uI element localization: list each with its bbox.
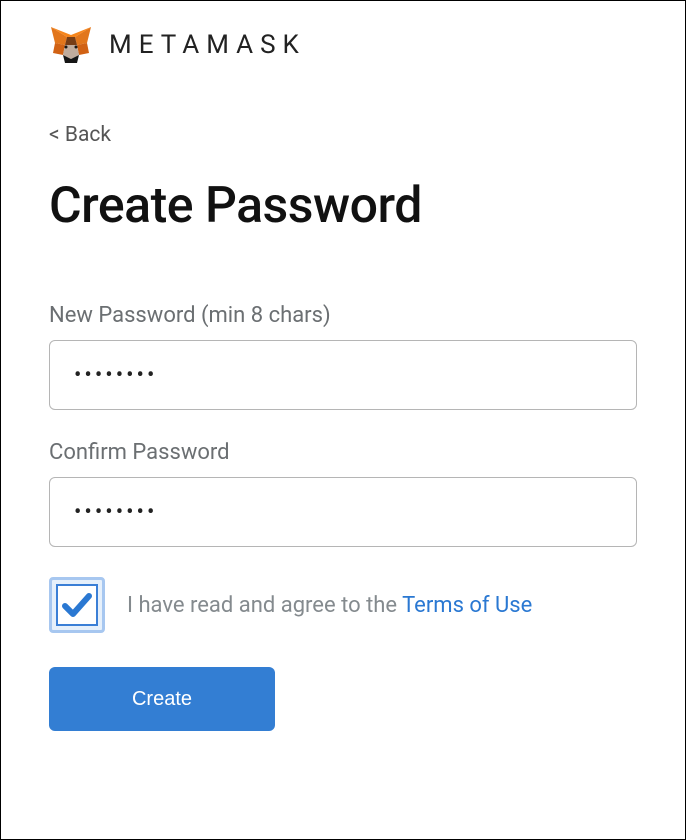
terms-checkbox[interactable] — [49, 577, 105, 633]
metamask-fox-icon — [49, 25, 93, 65]
create-button-label: Create — [132, 688, 192, 711]
confirm-password-label: Confirm Password — [49, 440, 637, 465]
app-header: METAMASK — [49, 25, 637, 65]
new-password-label: New Password (min 8 chars) — [49, 303, 637, 328]
page-title: Create Password — [49, 177, 637, 235]
page-container: METAMASK < Back Create Password New Pass… — [1, 1, 685, 755]
back-link[interactable]: < Back — [49, 123, 637, 147]
checkbox-inner — [56, 584, 98, 626]
terms-of-use-link[interactable]: Terms of Use — [402, 593, 532, 618]
new-password-value: •••••••• — [74, 363, 157, 388]
terms-text: I have read and agree to the — [127, 593, 402, 618]
brand-name: METAMASK — [109, 30, 306, 60]
checkmark-icon — [60, 588, 94, 622]
create-button[interactable]: Create — [49, 667, 275, 731]
confirm-password-value: •••••••• — [74, 500, 157, 525]
terms-text-container: I have read and agree to the Terms of Us… — [127, 593, 532, 618]
terms-row: I have read and agree to the Terms of Us… — [49, 577, 637, 633]
new-password-input[interactable]: •••••••• — [49, 340, 637, 410]
confirm-password-input[interactable]: •••••••• — [49, 477, 637, 547]
